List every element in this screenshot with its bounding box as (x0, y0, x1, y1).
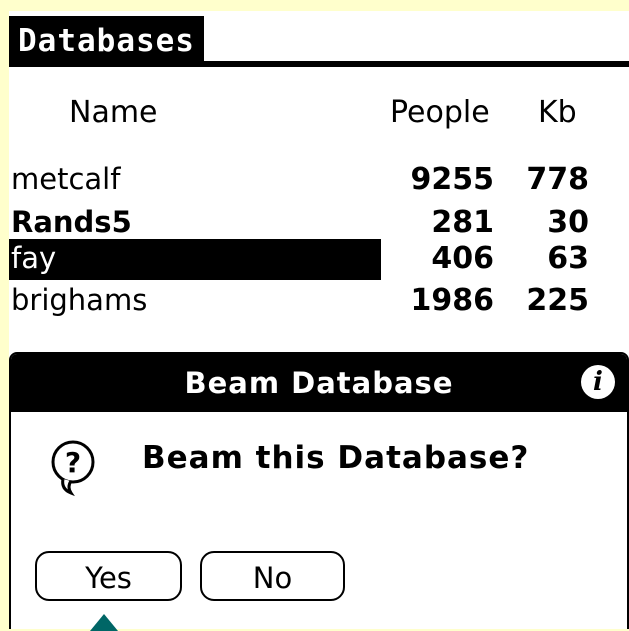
dialog-title: Beam Database (184, 366, 454, 400)
palm-screen: Databases Name People Kb metcalf 9255 77… (9, 11, 629, 629)
size-kb: 225 (526, 283, 589, 318)
size-kb: 63 (547, 241, 589, 276)
database-name: fay (11, 241, 57, 275)
database-row-fay-selected[interactable]: fay 406 63 (9, 237, 629, 280)
app-title[interactable]: Databases (9, 16, 204, 67)
database-row-brighams[interactable]: brighams 1986 225 (9, 279, 629, 322)
people-count: 406 (431, 241, 494, 276)
question-icon: ? (51, 440, 95, 497)
no-button[interactable]: No (200, 551, 345, 601)
people-count: 9255 (410, 162, 495, 197)
database-row-metcalf[interactable]: metcalf 9255 778 (9, 158, 629, 201)
info-icon[interactable]: i (581, 365, 615, 399)
beam-dialog: Beam Database i ? Beam this Database? Ye… (9, 352, 629, 629)
column-header-name: Name (69, 95, 158, 130)
database-name: brighams (11, 283, 148, 317)
database-name: metcalf (11, 162, 121, 196)
cursor-marker-icon (90, 614, 118, 631)
selection-highlight (9, 239, 381, 280)
dialog-message: Beam this Database? (142, 440, 530, 476)
people-count: 1986 (410, 283, 495, 318)
svg-text:?: ? (65, 446, 81, 479)
title-bar: Databases (9, 11, 629, 67)
column-header-kb: Kb (538, 95, 577, 130)
size-kb: 778 (526, 162, 589, 197)
yes-button[interactable]: Yes (35, 551, 182, 601)
column-header-people: People (390, 95, 490, 130)
dialog-title-bar: Beam Database i (11, 354, 627, 412)
